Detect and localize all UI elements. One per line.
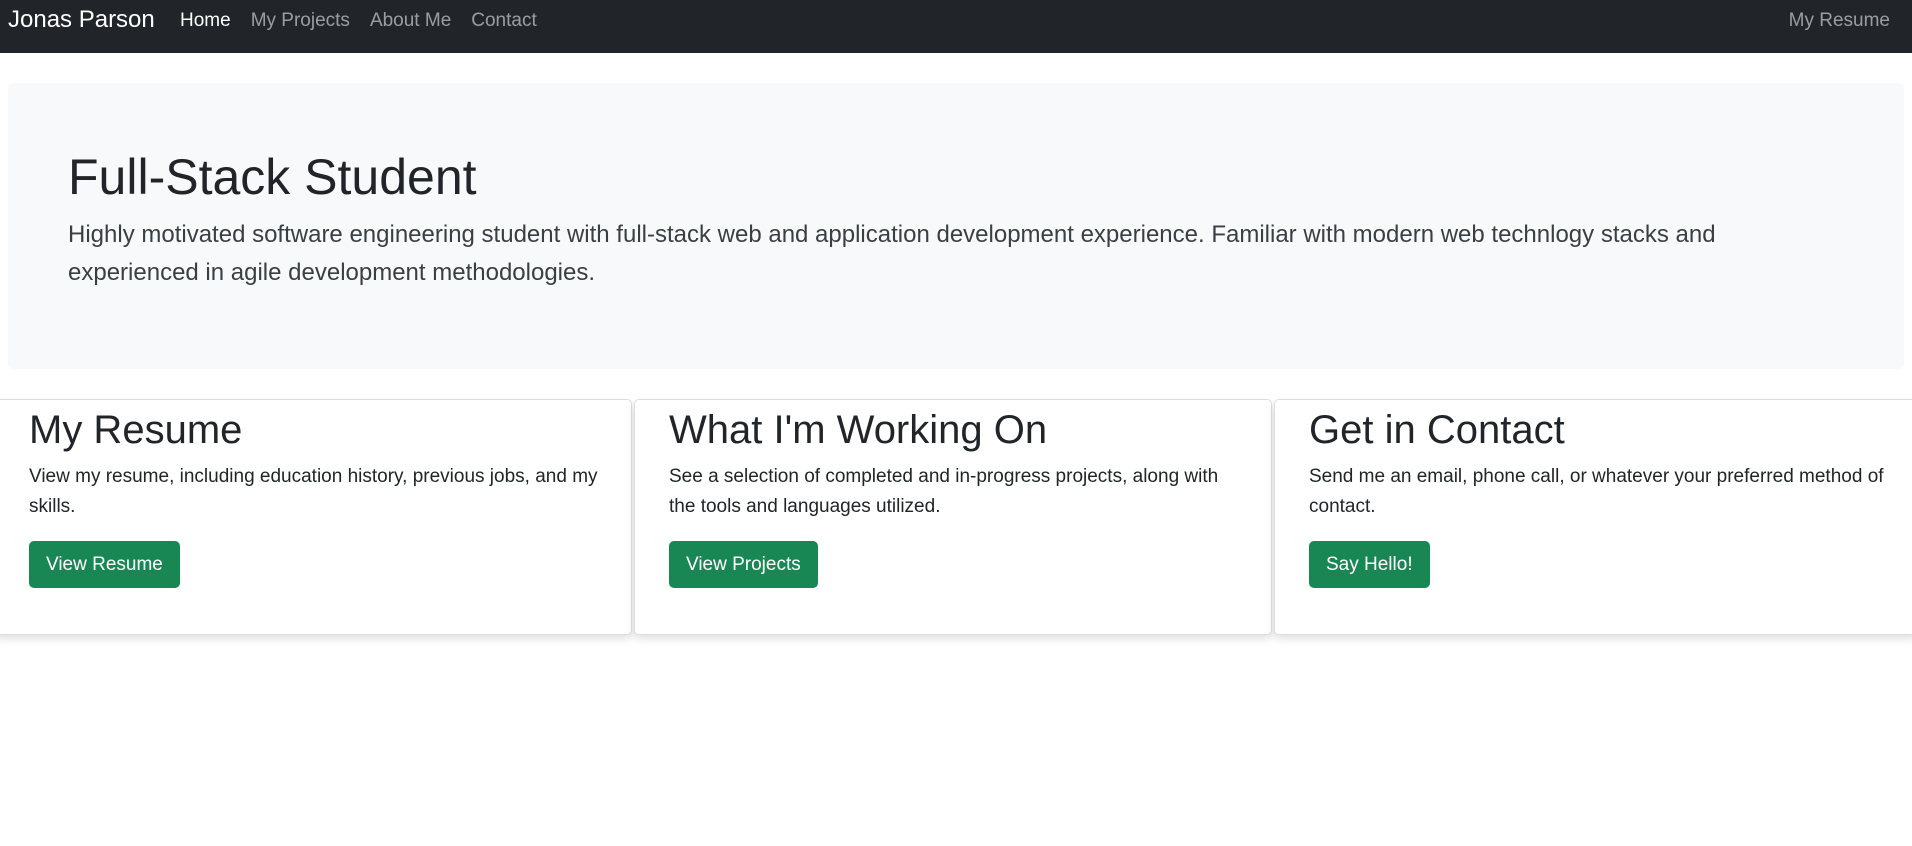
card-title: Get in Contact (1309, 408, 1565, 452)
card-resume: My Resume View my resume, including educ… (0, 399, 632, 635)
view-projects-button[interactable]: View Projects (669, 541, 818, 588)
card-text: See a selection of completed and in-prog… (669, 466, 1219, 517)
nav-link-home[interactable]: Home (180, 10, 231, 32)
card-contact: Get in Contact Send me an email, phone c… (1274, 399, 1912, 635)
hero-description: Highly motivated software engineering st… (68, 221, 1716, 286)
card-projects: What I'm Working On See a selection of c… (634, 399, 1272, 635)
card-title: What I'm Working On (669, 408, 1048, 452)
hero-banner: Full-Stack Student Highly motivated soft… (8, 83, 1904, 369)
view-resume-button[interactable]: View Resume (29, 541, 180, 588)
say-hello-button[interactable]: Say Hello! (1309, 541, 1430, 588)
nav-link-my-projects[interactable]: My Projects (251, 10, 350, 32)
card-text: View my resume, including education hist… (29, 466, 598, 517)
nav-link-contact[interactable]: Contact (471, 10, 536, 32)
brand-link[interactable]: Jonas Parson (8, 6, 155, 34)
nav-link-my-resume[interactable]: My Resume (1789, 10, 1890, 32)
card-title: My Resume (29, 408, 243, 452)
card-text: Send me an email, phone call, or whateve… (1309, 466, 1884, 517)
nav-link-about-me[interactable]: About Me (370, 10, 451, 32)
hero-title: Full-Stack Student (68, 149, 477, 205)
top-navbar: Jonas Parson Home My Projects About Me C… (0, 0, 1912, 53)
nav-links: Home My Projects About Me Contact (180, 10, 557, 32)
cards-row: My Resume View my resume, including educ… (0, 399, 1912, 635)
